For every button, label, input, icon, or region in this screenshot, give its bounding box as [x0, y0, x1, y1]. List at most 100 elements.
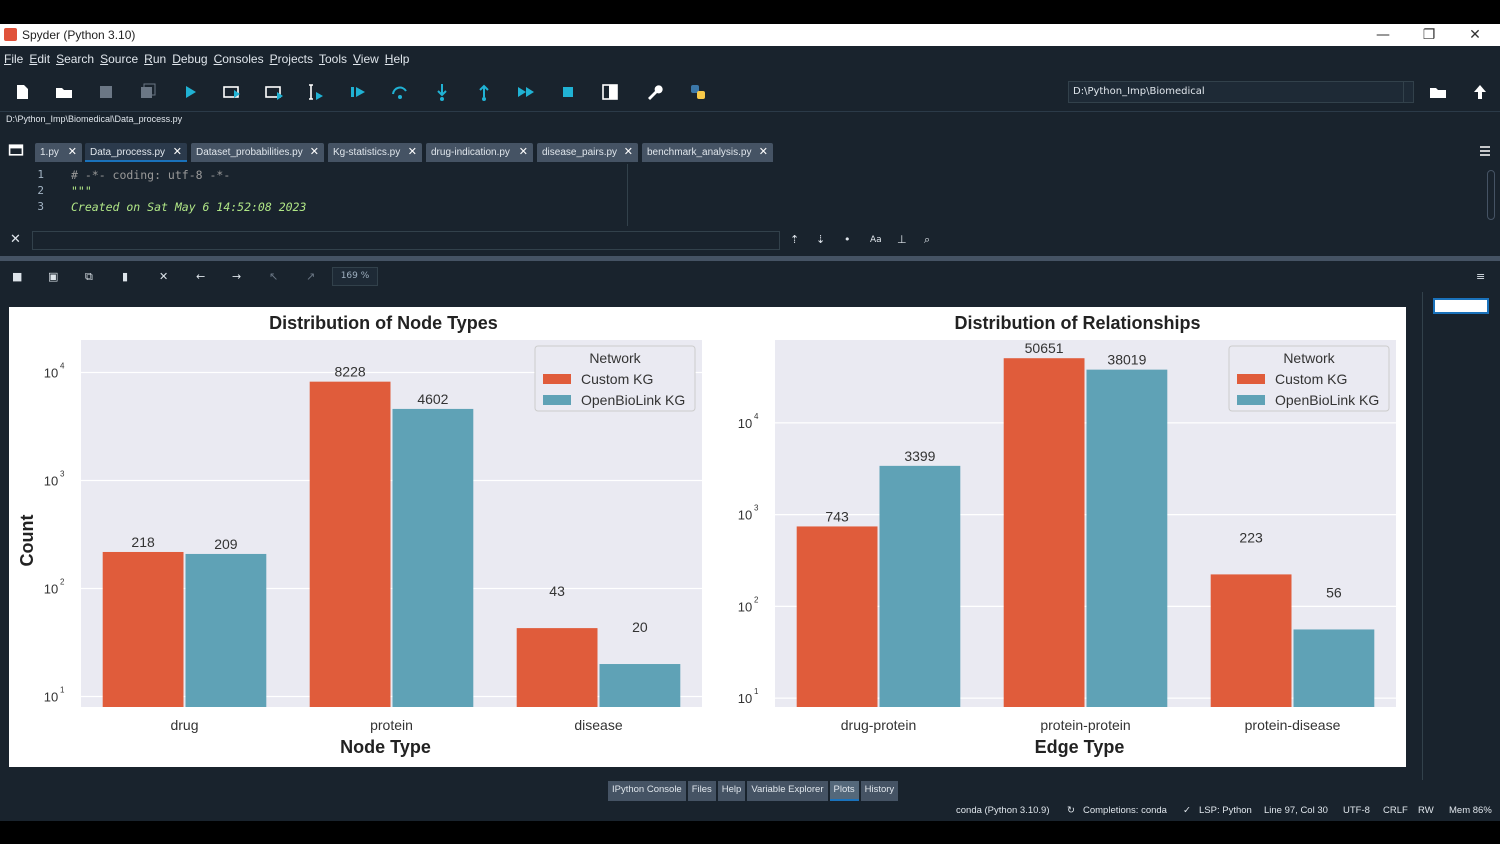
menu-debug[interactable]: Debug: [172, 52, 207, 66]
browse-folder-icon[interactable]: [1428, 82, 1448, 102]
bar-openbiolink-kg: [185, 553, 267, 707]
data-label: 218: [131, 534, 155, 550]
browse-tabs-icon[interactable]: [8, 142, 24, 158]
next-plot-icon[interactable]: →: [232, 270, 241, 283]
step-return-icon[interactable]: [474, 82, 494, 102]
code-content[interactable]: # -*- coding: utf-8 -*- """ Created on S…: [71, 168, 306, 216]
data-label: 38019: [1107, 352, 1146, 368]
whole-word-icon[interactable]: ⊥: [897, 233, 907, 246]
tab-benchmark-analysis[interactable]: benchmark_analysis.py ✕: [642, 143, 773, 162]
close-icon[interactable]: ✕: [173, 143, 182, 162]
menu-view[interactable]: View: [353, 52, 379, 66]
preferences-wrench-icon[interactable]: [644, 82, 664, 102]
zoom-in-icon[interactable]: ↗: [306, 270, 315, 283]
previous-plot-icon[interactable]: ←: [196, 270, 205, 283]
y-tick-label: 10: [738, 416, 752, 431]
zoom-level[interactable]: 169 %: [332, 267, 378, 286]
tab-data-process[interactable]: Data_process.py ✕: [85, 143, 187, 162]
run-cell-icon[interactable]: [222, 82, 242, 102]
status-lsp[interactable]: LSP: Python: [1199, 805, 1252, 816]
data-label: 50651: [1025, 340, 1064, 356]
tab-plots[interactable]: Plots: [829, 781, 859, 801]
status-env[interactable]: conda (Python 3.10.9): [956, 805, 1049, 816]
copy-plot-icon[interactable]: ⧉: [85, 270, 93, 284]
tab-dataset-probabilities[interactable]: Dataset_probabilities.py ✕: [191, 143, 324, 162]
new-file-icon[interactable]: [12, 82, 32, 102]
pane-splitter[interactable]: [0, 256, 1500, 261]
tab-help[interactable]: Help: [717, 781, 746, 801]
menu-help[interactable]: Help: [385, 52, 410, 66]
close-find-icon[interactable]: ✕: [10, 232, 21, 247]
close-icon[interactable]: ✕: [624, 143, 633, 162]
tab-ipython-console[interactable]: IPython Console: [608, 781, 686, 801]
status-memory: Mem 86%: [1449, 805, 1492, 816]
chevron-down-icon[interactable]: [1403, 82, 1413, 102]
edge-line: [627, 164, 628, 226]
close-window-button[interactable]: ✕: [1452, 24, 1498, 46]
tab-variable-explorer[interactable]: Variable Explorer: [747, 781, 828, 801]
legend-swatch: [543, 374, 571, 384]
code-editor[interactable]: 1 2 3 # -*- coding: utf-8 -*- """ Create…: [0, 164, 1500, 226]
tab-history[interactable]: History: [860, 781, 899, 801]
run-cell-advance-icon[interactable]: [264, 82, 284, 102]
options-menu-icon[interactable]: [1478, 143, 1492, 157]
regex-icon[interactable]: •: [844, 233, 851, 246]
menu-run[interactable]: Run: [144, 52, 166, 66]
close-icon[interactable]: ✕: [759, 143, 768, 162]
x-tick-label: protein-protein: [1040, 717, 1130, 733]
continue-icon[interactable]: [516, 82, 536, 102]
save-plot-icon[interactable]: ■: [12, 270, 22, 283]
zoom-out-icon[interactable]: ↖: [269, 270, 278, 283]
tab-kg-statistics[interactable]: Kg-statistics.py ✕: [328, 143, 422, 162]
tab-disease-pairs[interactable]: disease_pairs.py ✕: [537, 143, 638, 162]
editor-scrollbar[interactable]: [1487, 170, 1495, 220]
close-icon[interactable]: ✕: [310, 143, 319, 162]
tab-1-py[interactable]: 1.py ✕: [35, 143, 82, 162]
plot-thumbnail[interactable]: [1433, 298, 1489, 314]
step-over-icon[interactable]: [390, 82, 410, 102]
tab-drug-indication[interactable]: drug-indication.py ✕: [426, 143, 533, 162]
run-selection-icon[interactable]: [306, 82, 326, 102]
status-bar: conda (Python 3.10.9) ↻ Completions: con…: [0, 801, 1500, 821]
status-completions[interactable]: Completions: conda: [1083, 805, 1167, 816]
run-icon[interactable]: [180, 82, 200, 102]
minimize-button[interactable]: —: [1360, 24, 1406, 46]
find-previous-icon[interactable]: ⇡: [790, 233, 799, 246]
y-tick-label: 10: [44, 366, 58, 381]
menu-tools[interactable]: Tools: [319, 52, 347, 66]
remove-plot-icon[interactable]: ▮: [122, 270, 128, 283]
find-next-icon[interactable]: ⇣: [816, 233, 825, 246]
parent-directory-icon[interactable]: [1470, 82, 1490, 102]
menu-consoles[interactable]: Consoles: [214, 52, 264, 66]
save-icon[interactable]: [96, 82, 116, 102]
save-all-plots-icon[interactable]: ▣: [48, 270, 58, 283]
working-directory-combobox[interactable]: D:\Python_Imp\Biomedical: [1068, 81, 1414, 103]
maximize-button[interactable]: ❐: [1406, 24, 1452, 46]
close-icon[interactable]: ✕: [408, 143, 417, 162]
plots-options-icon[interactable]: ≡: [1476, 270, 1485, 283]
menu-edit[interactable]: Edit: [29, 52, 50, 66]
remove-all-plots-icon[interactable]: ✕: [159, 270, 168, 283]
menu-search[interactable]: Search: [56, 52, 94, 66]
tab-label: 1.py: [40, 147, 59, 158]
save-all-icon[interactable]: [138, 82, 158, 102]
case-sensitive-toggle[interactable]: Aa: [870, 235, 882, 245]
find-input[interactable]: [32, 231, 780, 250]
legend-swatch: [543, 395, 571, 405]
current-file-path: D:\Python_Imp\Biomedical\Data_process.py: [6, 114, 183, 124]
menu-projects[interactable]: Projects: [270, 52, 313, 66]
tab-files[interactable]: Files: [687, 781, 716, 801]
close-icon[interactable]: ✕: [519, 143, 528, 162]
python-path-icon[interactable]: [688, 82, 708, 102]
maximize-pane-icon[interactable]: [600, 82, 620, 102]
open-file-icon[interactable]: [54, 82, 74, 102]
debug-icon[interactable]: [348, 82, 368, 102]
menu-source[interactable]: Source: [100, 52, 138, 66]
step-into-icon[interactable]: [432, 82, 452, 102]
main-toolbar: D:\Python_Imp\Biomedical: [0, 72, 1500, 112]
stop-icon[interactable]: [558, 82, 578, 102]
highlight-search-icon[interactable]: ⌕: [924, 233, 930, 247]
close-icon[interactable]: ✕: [68, 143, 77, 162]
menu-file[interactable]: File: [4, 52, 23, 66]
bar-custom-kg: [516, 628, 598, 707]
